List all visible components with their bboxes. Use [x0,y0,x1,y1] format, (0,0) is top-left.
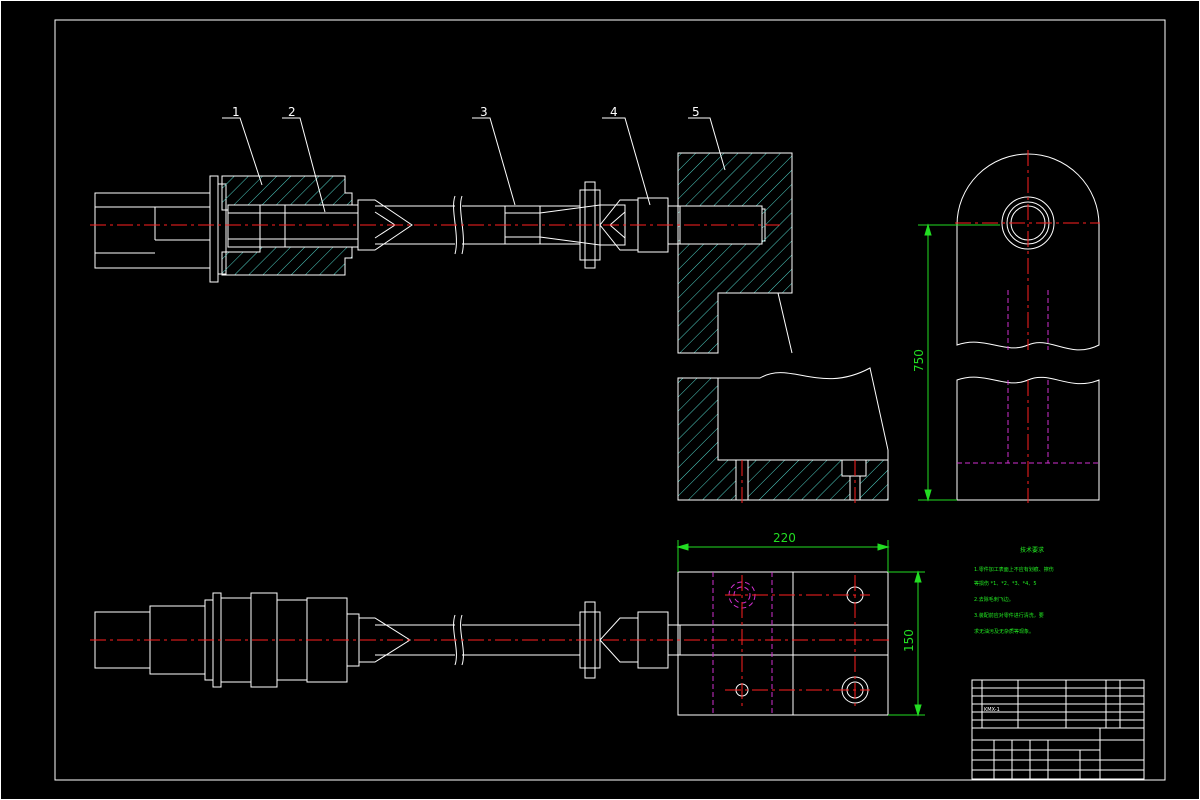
title-block-code: KMX-1 [984,707,1000,713]
notes-line-2: 等损伤 *1、*2、*3、*4、5 [974,580,1037,587]
fixture-block-plan [677,571,889,716]
plan-view-centerlines [90,575,890,710]
side-view-centerlines [955,150,1100,503]
technical-notes: 技术要求 1.零件加工表面上不应有划痕、擦伤 等损伤 *1、*2、*3、*4、5… [974,546,1054,635]
title-block [971,679,1145,780]
section-view [94,175,766,283]
notes-line-1: 1.零件加工表面上不应有划痕、擦伤 [974,566,1054,573]
notes-line-5: 求无油污及无杂质等现象。 [974,628,1034,635]
dim-width-value: 220 [773,531,796,545]
fixture-block-section [677,152,889,501]
notes-line-3: 2.去除毛刺飞边。 [974,596,1014,603]
part-label-1: 1 [232,105,240,119]
dim-depth-value: 150 [902,629,916,652]
dim-height-value: 750 [912,349,926,372]
notes-line-4: 3.装配前应对零件进行清洗，要 [974,612,1044,619]
part-label-2: 2 [288,105,296,119]
plan-view [94,571,889,716]
notes-title: 技术要求 [1020,546,1044,554]
part-label-5: 5 [692,105,700,119]
inner-shaft-section [227,204,359,248]
dim-height [918,223,1000,502]
part-label-4: 4 [610,105,618,119]
part-label-3: 3 [480,105,488,119]
engineering-drawing: 1 2 3 4 5 750 220 150 技术要求 1.零件加工表面上不应有划… [0,0,1200,800]
